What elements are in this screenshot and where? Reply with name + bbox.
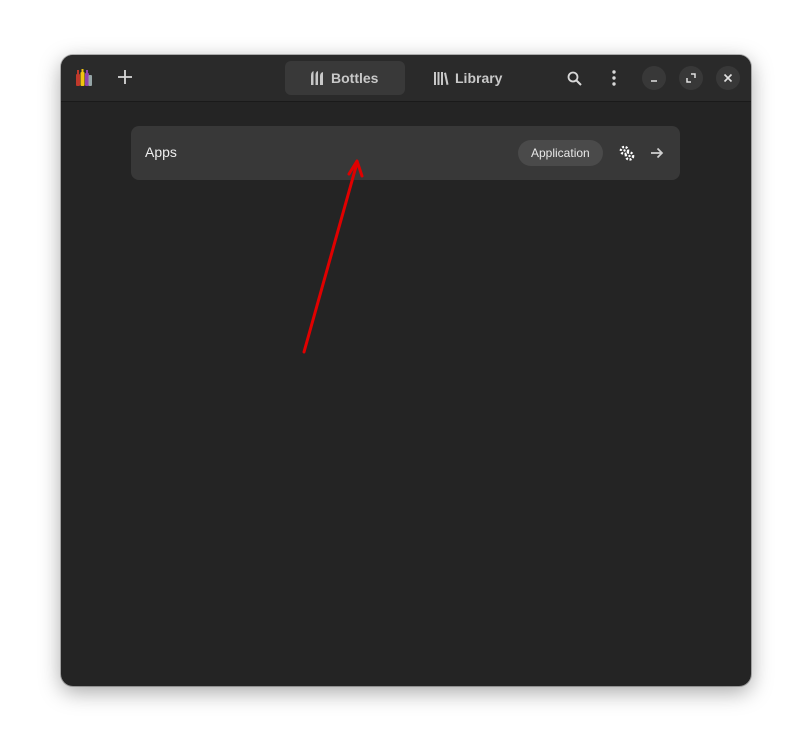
add-bottle-button[interactable] — [111, 63, 139, 91]
search-button[interactable] — [559, 63, 589, 93]
bottle-row[interactable]: Apps Application — [131, 126, 680, 180]
maximize-icon — [686, 73, 696, 83]
bottle-name: Apps — [145, 144, 177, 160]
bottles-list: Apps Application — [61, 102, 751, 686]
library-icon — [434, 72, 449, 85]
screenshot-stage: Bottles Library Apps Application — [0, 0, 812, 753]
plus-icon — [118, 70, 132, 84]
bottles-window: Bottles Library Apps Application — [61, 55, 751, 686]
open-bottle-button[interactable] — [645, 141, 669, 165]
main-menu-button[interactable] — [599, 63, 629, 93]
tab-bottles[interactable]: Bottles — [285, 61, 405, 95]
maximize-button[interactable] — [679, 66, 703, 90]
tab-bottles-label: Bottles — [331, 70, 379, 86]
view-switcher: Bottles Library — [285, 61, 529, 95]
run-executable-button[interactable] — [615, 141, 639, 165]
close-icon — [723, 73, 733, 83]
search-icon — [567, 71, 582, 86]
arrow-right-icon — [651, 147, 664, 159]
header-bar: Bottles Library — [61, 55, 751, 102]
bottles-icon — [311, 71, 323, 85]
tab-library-label: Library — [455, 70, 503, 86]
kebab-menu-icon — [612, 70, 616, 86]
run-executable-icon — [619, 145, 635, 161]
minimize-icon — [651, 80, 657, 82]
close-button[interactable] — [716, 66, 740, 90]
minimize-button[interactable] — [642, 66, 666, 90]
bottles-app-icon — [75, 69, 93, 87]
tab-library[interactable]: Library — [409, 61, 529, 95]
environment-badge: Application — [518, 140, 603, 166]
